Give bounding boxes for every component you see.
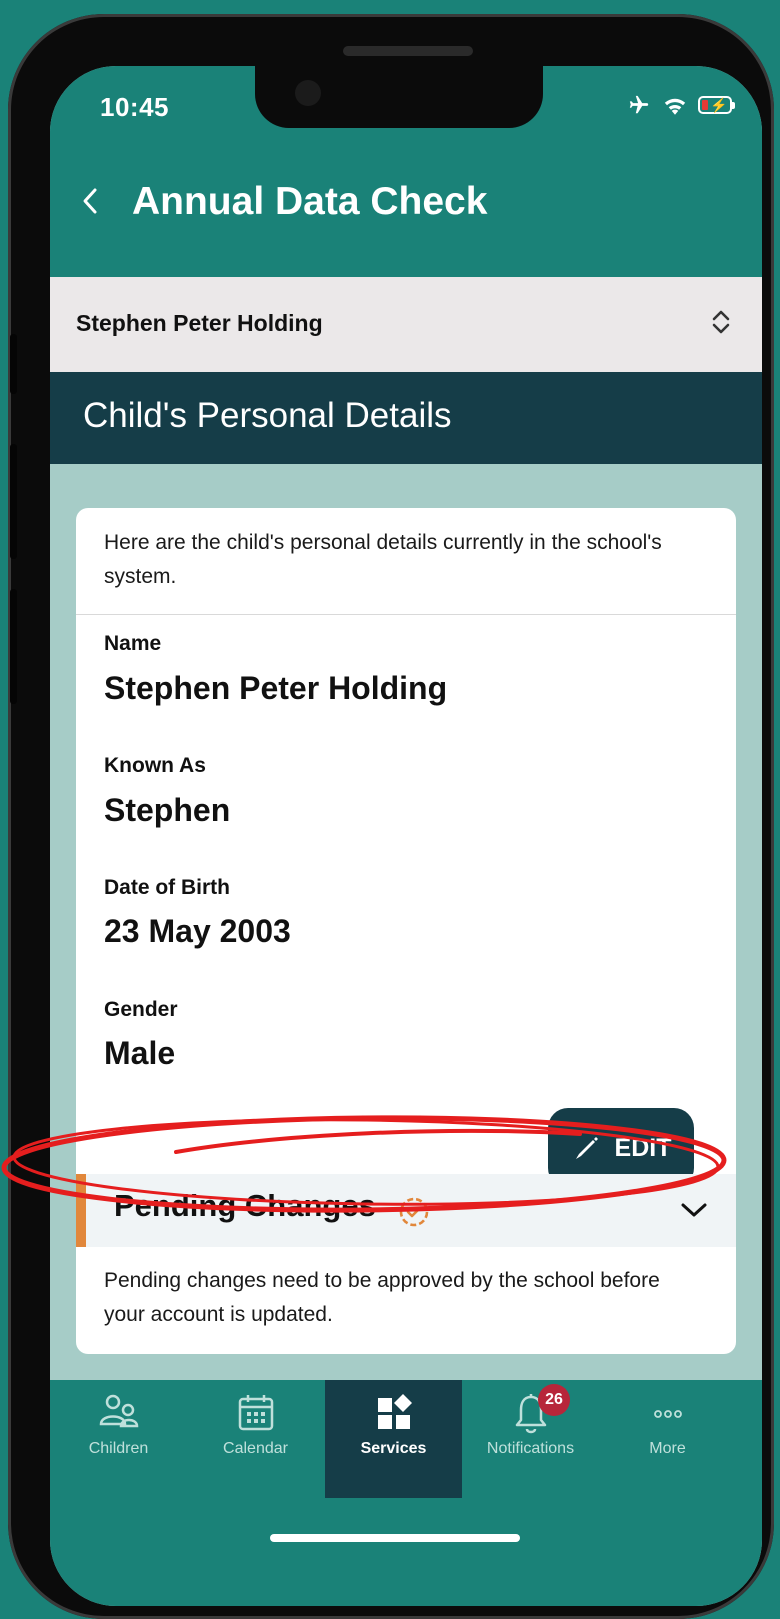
more-icon (653, 1410, 682, 1418)
tab-calendar[interactable]: Calendar (187, 1380, 324, 1498)
services-icon (377, 1394, 412, 1429)
screen: 10:45 ⚡ Annual Data Check Stephen Peter … (50, 66, 762, 1606)
phone-frame: 10:45 ⚡ Annual Data Check Stephen Peter … (8, 14, 774, 1619)
status-icons: ⚡ (626, 94, 735, 116)
name-label: Name (104, 632, 162, 655)
tab-bar: Children Calendar Services 26 Notificati… (50, 1380, 762, 1606)
dob-value: 23 May 2003 (104, 913, 291, 949)
chevron-down-icon (681, 1203, 707, 1217)
tab-notifications[interactable]: 26 Notifications (462, 1380, 599, 1498)
section-header: Child's Personal Details (50, 372, 762, 464)
status-time: 10:45 (100, 92, 169, 122)
back-button[interactable] (80, 186, 100, 225)
wifi-icon (664, 98, 686, 115)
tab-label: Notifications (486, 1440, 575, 1457)
volume-up-button (10, 444, 17, 559)
known-as-label: Known As (104, 754, 206, 777)
pending-changes-title: Pending Changes (114, 1188, 376, 1223)
gender-label: Gender (104, 998, 178, 1021)
gender-value: Male (104, 1035, 176, 1071)
notch (255, 66, 543, 128)
speaker-grille (343, 46, 473, 56)
section-title: Child's Personal Details (83, 396, 452, 435)
chevron-up-down-icon (712, 310, 730, 334)
details-card: Here are the child's personal details cu… (76, 508, 736, 1354)
children-icon (99, 1394, 138, 1428)
name-value: Stephen Peter Holding (104, 670, 448, 706)
tab-services[interactable]: Services (325, 1380, 462, 1498)
pencil-icon (575, 1137, 598, 1159)
chevron-left-icon (83, 188, 97, 214)
known-as-value: Stephen (104, 792, 231, 828)
pending-check-icon (399, 1197, 429, 1227)
divider (76, 614, 736, 615)
edit-label: EDIT (614, 1133, 672, 1162)
battery-icon: ⚡ (698, 96, 735, 114)
tab-label: Children (88, 1440, 149, 1457)
page-title: Annual Data Check (132, 180, 488, 223)
volume-down-button (10, 589, 17, 704)
card-intro: Here are the child's personal details cu… (104, 531, 662, 588)
pending-changes-toggle[interactable]: Pending Changes (76, 1174, 736, 1247)
calendar-icon (238, 1395, 273, 1431)
tab-label: Calendar (223, 1440, 288, 1457)
home-indicator (270, 1534, 520, 1542)
child-selector[interactable]: Stephen Peter Holding (50, 277, 762, 372)
pending-changes-note: Pending changes need to be approved by t… (104, 1269, 660, 1326)
front-camera (295, 80, 321, 106)
tab-more[interactable]: More (599, 1380, 736, 1498)
child-selector-value: Stephen Peter Holding (76, 310, 323, 336)
tab-label: Services (360, 1440, 427, 1457)
tab-label: More (649, 1440, 686, 1457)
tab-children[interactable]: Children (50, 1380, 187, 1498)
dob-label: Date of Birth (104, 876, 230, 899)
notification-badge: 26 (538, 1384, 570, 1416)
airplane-icon (629, 95, 649, 114)
mute-switch (10, 334, 17, 394)
